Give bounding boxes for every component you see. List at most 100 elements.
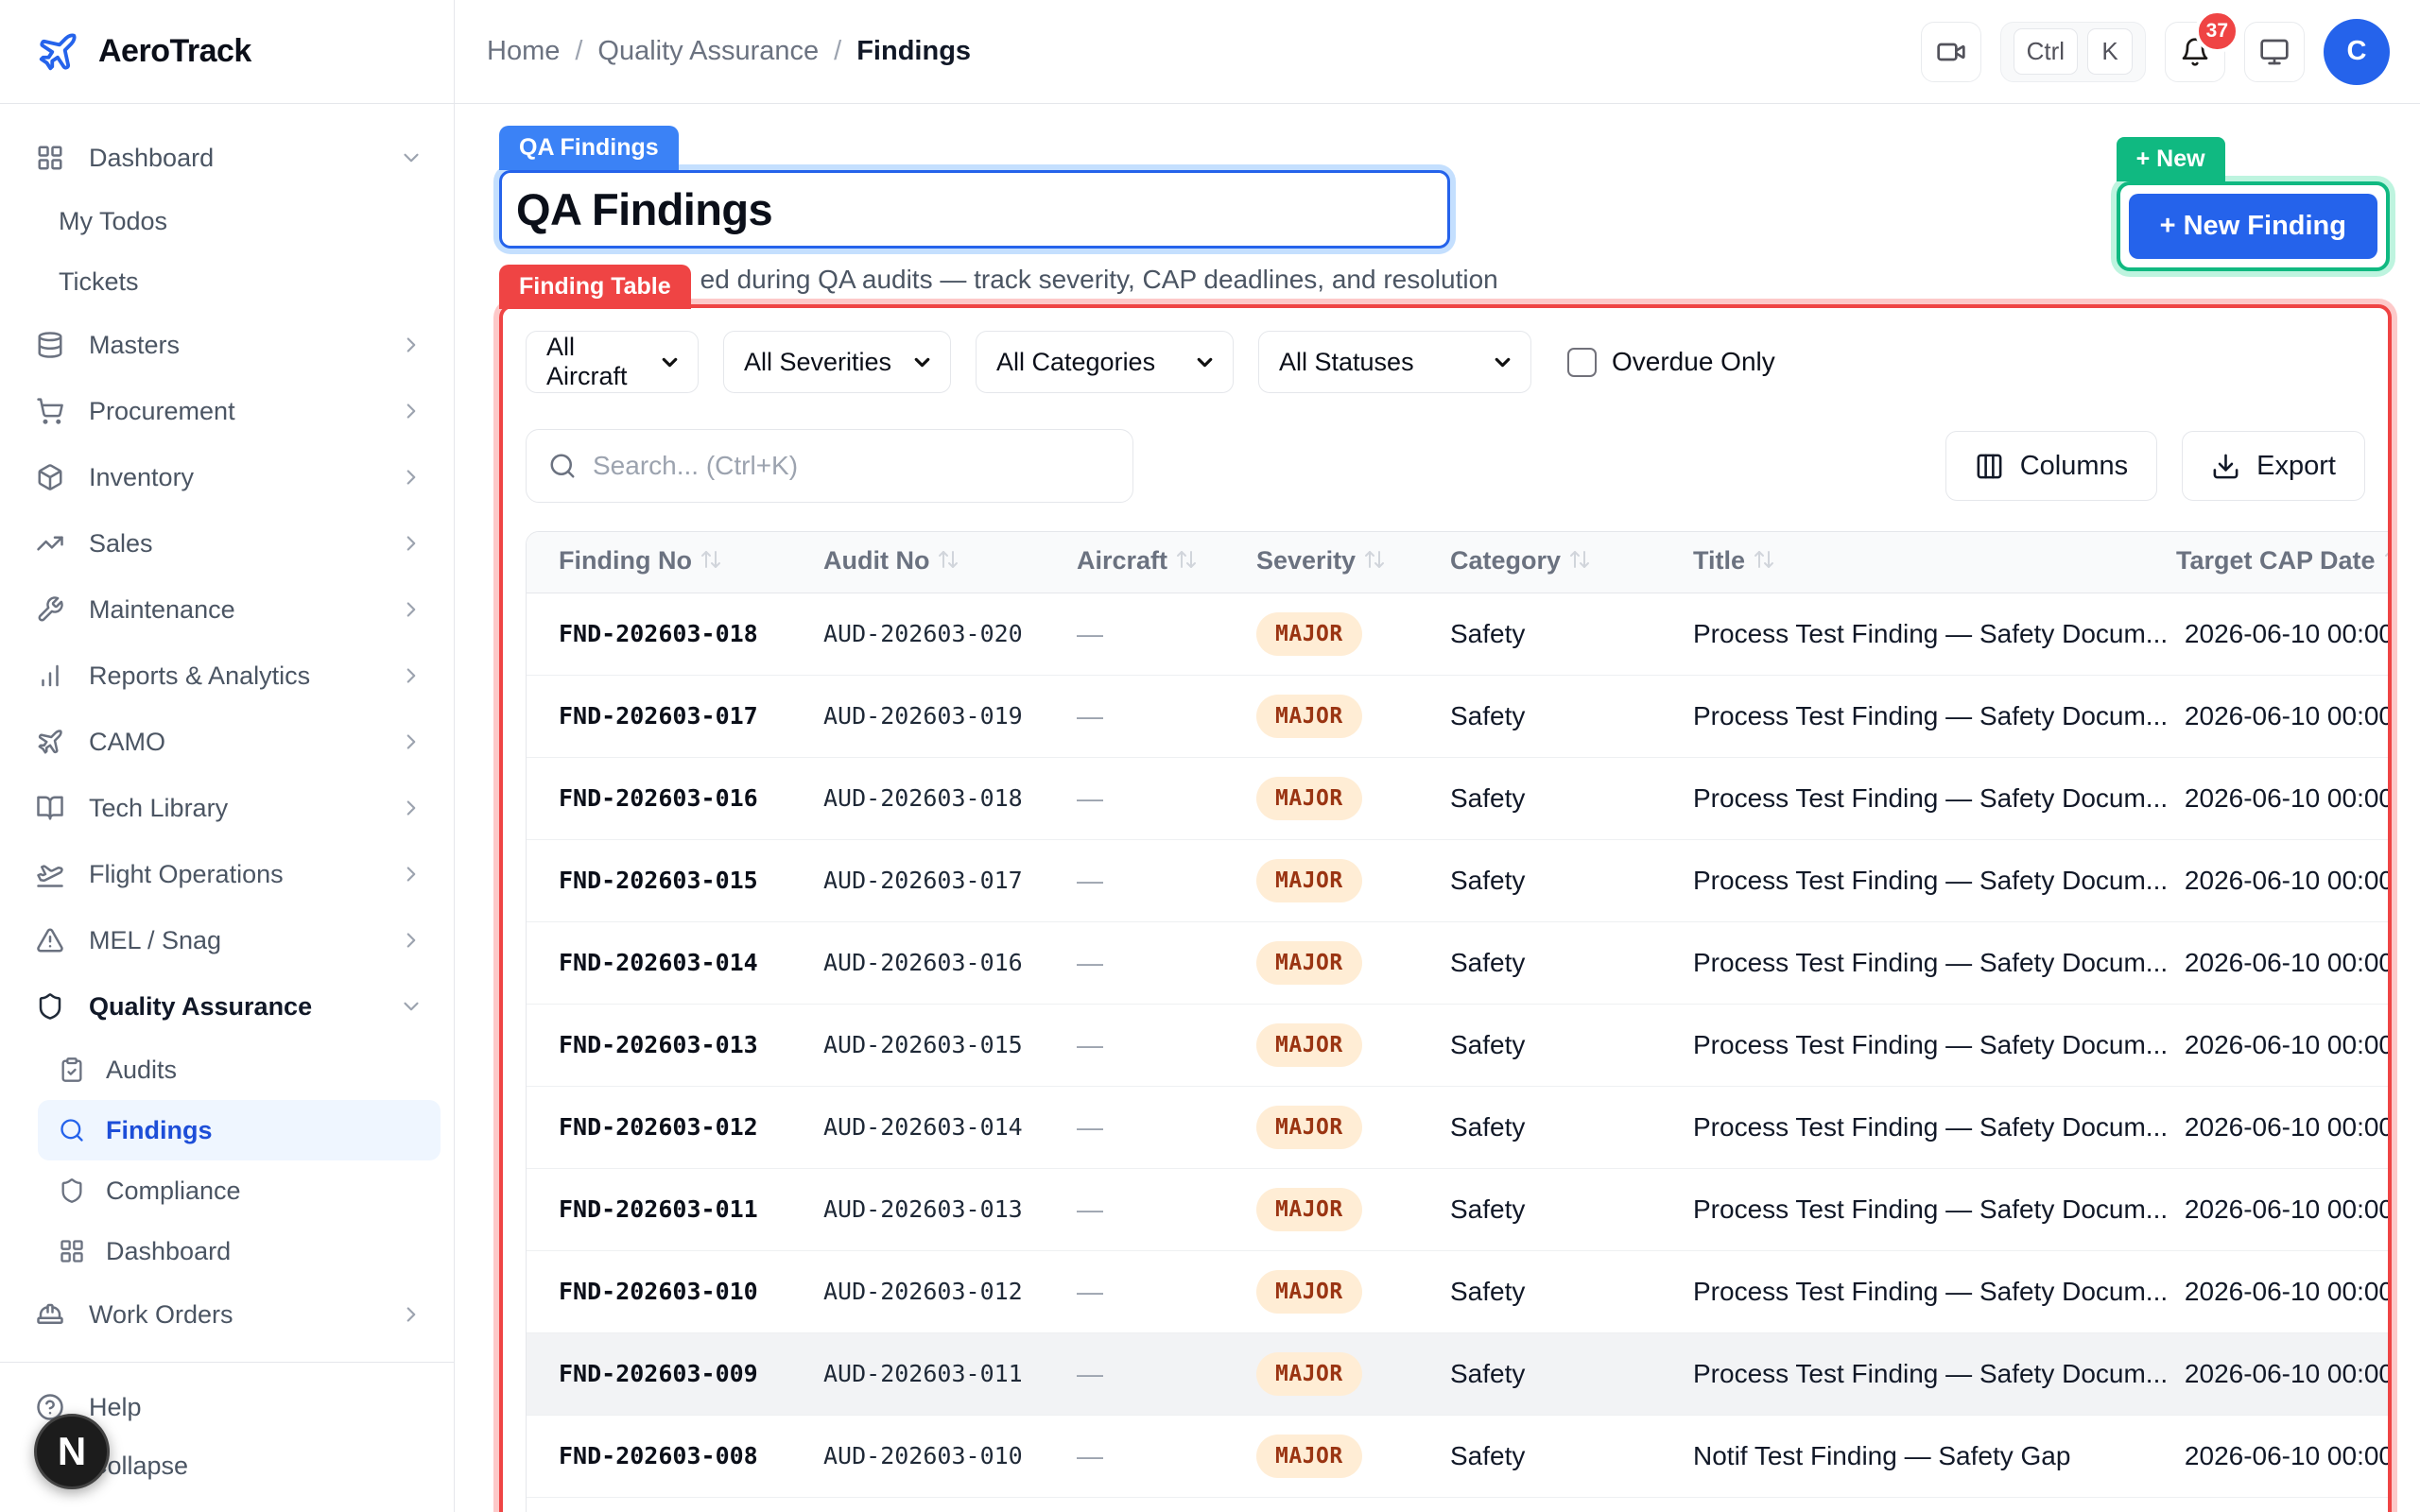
title-cell: Process Test Finding — Safety Docum... (1661, 1085, 2176, 1168)
table-row[interactable]: FND-202603-011 AUD-202603-013— MAJOR Safety… (527, 1167, 2388, 1250)
sidebar-item-inventory[interactable]: Inventory (0, 444, 454, 510)
table-row[interactable]: FND-202603-012 AUD-202603-014— MAJOR Safety… (527, 1085, 2388, 1168)
column-header-aircraft[interactable]: Aircraft (1045, 532, 1224, 593)
sidebar-item-mel-snag[interactable]: MEL / Snag (0, 907, 454, 973)
chevron-right-icon (399, 730, 424, 754)
breadcrumb-home[interactable]: Home (487, 36, 560, 67)
sidebar-item-masters[interactable]: Masters (0, 312, 454, 378)
plane-takeoff-icon (36, 860, 64, 888)
column-header-finding-no[interactable]: Finding No (527, 532, 791, 593)
table-row[interactable]: FND-202603-018 AUD-202603-020— MAJOR Safety… (527, 592, 2388, 675)
aircraft-filter-select[interactable]: All Aircraft (526, 331, 699, 393)
column-header-category[interactable]: Category (1418, 532, 1661, 593)
column-header-audit-no[interactable]: Audit No (791, 532, 1045, 593)
video-camera-icon (1936, 37, 1966, 67)
severity-badge: MAJOR (1256, 858, 1362, 902)
app-logo[interactable]: AeroTrack (0, 0, 454, 104)
export-button[interactable]: Export (2182, 431, 2365, 501)
status-filter-select[interactable]: All Statuses (1258, 331, 1531, 393)
user-avatar[interactable]: C (2324, 18, 2390, 85)
sidebar-item-label: MEL / Snag (89, 925, 222, 954)
column-header-title[interactable]: Title (1661, 532, 2176, 593)
sidebar-item-quality-assurance[interactable]: Quality Assurance (0, 973, 454, 1040)
table-row[interactable]: FND-202603-015 AUD-202603-017— MAJOR Safety… (527, 838, 2388, 921)
sort-arrows-icon (1568, 548, 1591, 577)
table-row[interactable]: FND-202603-007AUD-202603-009—MAJORSafety… (527, 1496, 2388, 1512)
table-row[interactable]: FND-202603-016 AUD-202603-018— MAJOR Safety… (527, 756, 2388, 839)
severity-badge: MAJOR (1256, 1105, 1362, 1149)
notification-count-badge: 37 (2194, 9, 2239, 53)
trending-up-icon (36, 529, 64, 558)
aircraft-cell: — (1045, 1003, 1224, 1086)
column-header-severity[interactable]: Severity (1224, 532, 1418, 593)
category-filter-select[interactable]: All Categories (976, 331, 1234, 393)
table-row[interactable]: FND-202603-013 AUD-202603-015— MAJOR Safety… (527, 1003, 2388, 1086)
table-row[interactable]: FND-202603-009 AUD-202603-011— MAJOR Safety… (527, 1332, 2388, 1415)
finding-no-cell: FND-202603-009 (527, 1332, 791, 1415)
title-cell: Process Test Finding — Safety Docum... (1661, 1167, 2176, 1250)
database-icon (36, 331, 64, 359)
annotation-box-new-finding: + New Finding (2116, 181, 2390, 271)
sidebar-item-tech-library[interactable]: Tech Library (0, 775, 454, 841)
severity-badge: MAJOR (1256, 694, 1362, 738)
table-row[interactable]: FND-202603-008 AUD-202603-010— MAJOR Safety… (527, 1414, 2388, 1497)
chevron-right-icon (399, 597, 424, 622)
chevron-right-icon (399, 663, 424, 688)
book-open-icon (36, 794, 64, 822)
new-finding-button[interactable]: + New Finding (2128, 194, 2377, 259)
table-row[interactable]: FND-202603-017 AUD-202603-019— MAJOR Safety… (527, 674, 2388, 757)
new-finding-annotation-group: + New + New Finding (2116, 137, 2390, 271)
sidebar-item-work-orders[interactable]: Work Orders (0, 1281, 454, 1348)
sidebar-item-label: Compliance (106, 1176, 241, 1205)
breadcrumb: Home / Quality Assurance / Findings (487, 36, 971, 67)
target-cap-date-cell: 2026-06-10 00:00 (2176, 1249, 2388, 1332)
notifications-button[interactable]: 37 (2165, 9, 2239, 82)
overdue-only-checkbox[interactable] (1567, 347, 1597, 377)
sidebar-item-maintenance[interactable]: Maintenance (0, 576, 454, 643)
target-cap-date-cell: 2026-06-10 00:00 (2176, 1003, 2388, 1086)
search-input[interactable] (593, 451, 1111, 481)
sidebar-item-dashboard[interactable]: Dashboard (0, 125, 454, 191)
sidebar-item-camo[interactable]: CAMO (0, 709, 454, 775)
table-row[interactable]: FND-202603-010 AUD-202603-012— MAJOR Safety… (527, 1249, 2388, 1332)
chevron-right-icon (399, 796, 424, 820)
sidebar-item-label: Dashboard (106, 1236, 232, 1265)
sort-arrows-icon (2383, 548, 2388, 577)
column-header-target-cap-date[interactable]: Target CAP Date (2176, 532, 2388, 593)
sidebar-item-reports-analytics[interactable]: Reports & Analytics (0, 643, 454, 709)
sidebar-item-label: Work Orders (89, 1299, 233, 1329)
title-cell: Process Test Finding — Safety Docum... (1661, 1003, 2176, 1086)
category-cell: Safety (1418, 920, 1661, 1004)
findings-table: Finding No Audit No Aircraft Severity Catego… (527, 532, 2388, 1512)
table-search[interactable] (526, 429, 1133, 503)
overdue-only-label: Overdue Only (1612, 347, 1775, 376)
target-cap-date-cell: 2026-06-10 00:00 (2176, 1085, 2388, 1168)
sidebar-item-sales[interactable]: Sales (0, 510, 454, 576)
overdue-only-toggle[interactable]: Overdue Only (1567, 347, 1775, 377)
sidebar-item-my-todos[interactable]: My Todos (0, 191, 454, 251)
display-mode-button[interactable] (2244, 21, 2305, 82)
dev-mode-badge[interactable]: N (34, 1414, 110, 1489)
sidebar-item-audits[interactable]: Audits (0, 1040, 454, 1100)
annotation-box-finding-table: All Aircraft All Severities All Categori… (499, 304, 2392, 1512)
screen-record-button[interactable] (1920, 21, 1981, 82)
plane-logo-icon (36, 30, 79, 74)
layout-grid-icon (59, 1238, 85, 1264)
severity-cell: MAJOR (1224, 1085, 1418, 1168)
sidebar-item-procurement[interactable]: Procurement (0, 378, 454, 444)
audit-no-cell: AUD-202603-018 (791, 756, 1045, 839)
columns-button[interactable]: Columns (1945, 431, 2158, 501)
sidebar-item-flight-operations[interactable]: Flight Operations (0, 841, 454, 907)
table-row[interactable]: FND-202603-014 AUD-202603-016— MAJOR Safety… (527, 920, 2388, 1004)
command-palette-button[interactable]: Ctrl K (1999, 21, 2146, 82)
severity-filter-select[interactable]: All Severities (723, 331, 951, 393)
aircraft-cell: — (1045, 592, 1224, 675)
sidebar-item-findings[interactable]: Findings (38, 1100, 441, 1160)
wrench-icon (36, 595, 64, 624)
breadcrumb-quality-assurance[interactable]: Quality Assurance (597, 36, 819, 67)
sidebar-item-compliance[interactable]: Compliance (0, 1160, 454, 1221)
sidebar-item-tickets[interactable]: Tickets (0, 251, 454, 312)
sidebar-item-dashboard[interactable]: Dashboard (0, 1221, 454, 1281)
columns-icon (1975, 452, 2004, 481)
finding-no-cell: FND-202603-015 (527, 838, 791, 921)
